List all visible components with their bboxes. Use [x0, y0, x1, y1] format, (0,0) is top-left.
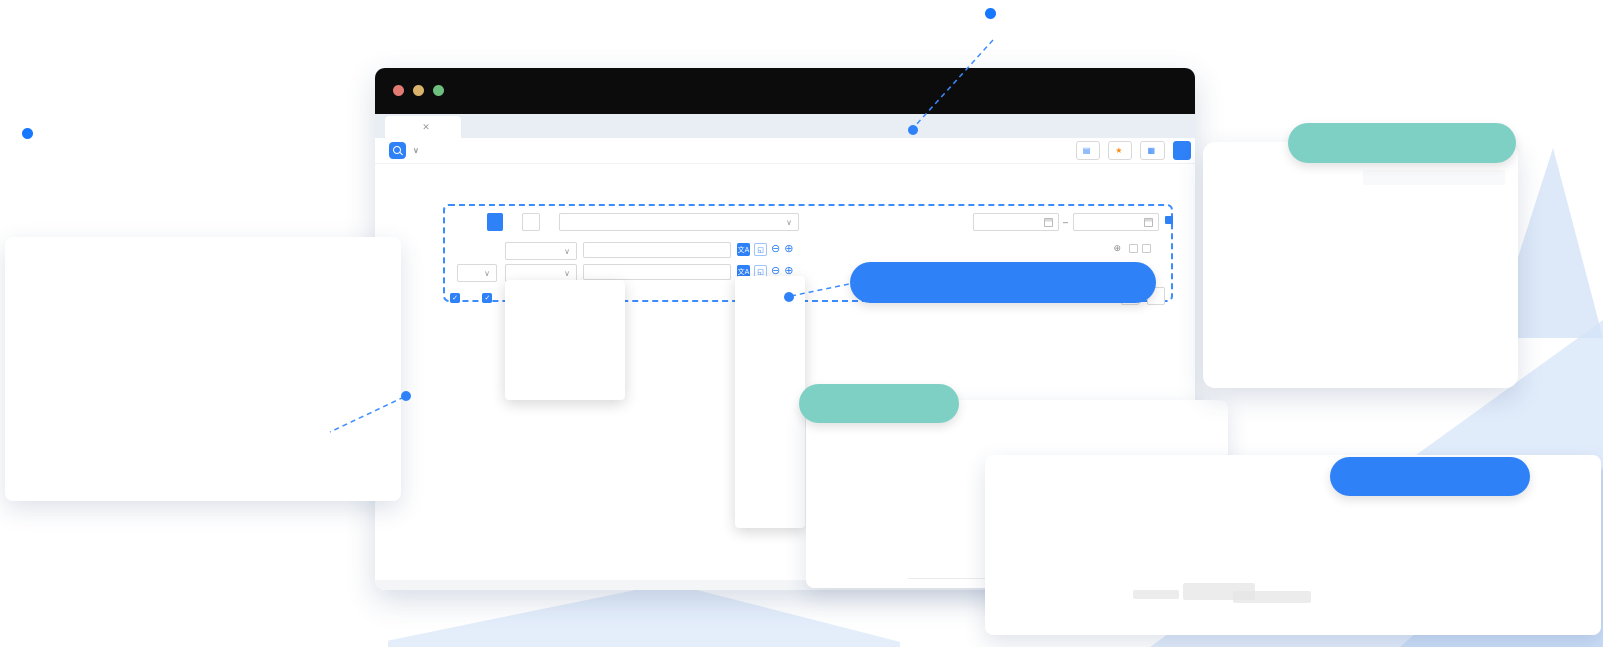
favorite-conditions-button[interactable]: ★	[1108, 141, 1132, 160]
filter-empty-importer-checkbox[interactable]: ✓	[450, 293, 464, 303]
chevron-down-icon: ∨	[564, 269, 570, 278]
browser-titlebar	[375, 68, 1195, 114]
checkbox-checked-icon: ✓	[450, 293, 460, 303]
quick-search-button[interactable]	[1173, 141, 1191, 160]
field-select-1[interactable]: ∨	[505, 242, 577, 260]
add-group-row[interactable]: ⊕	[1113, 244, 1151, 253]
badge-trend-report	[1330, 457, 1530, 496]
plus-icon: ⊕	[1113, 244, 1121, 253]
add-condition-icon[interactable]: ⊕	[784, 244, 793, 255]
redacted-block	[1133, 590, 1179, 599]
callout-conditions-text	[1010, 8, 1560, 40]
chevron-down-icon: ∨	[786, 218, 792, 227]
share-analysis-card	[1203, 142, 1518, 388]
bullet-icon	[985, 8, 996, 19]
field-dropdown	[505, 280, 625, 400]
remove-condition-icon[interactable]: ⊖	[771, 244, 780, 255]
logic-select[interactable]: ∨	[457, 264, 497, 282]
decorative-shape-bottom	[388, 583, 900, 647]
delete-group-icon[interactable]	[1142, 244, 1151, 253]
donut-center	[1274, 265, 1336, 327]
app-title[interactable]: ∨	[413, 144, 419, 156]
history-button[interactable]: ▤	[1076, 141, 1101, 160]
calendar-icon	[1044, 218, 1053, 227]
ranking-header	[1363, 170, 1505, 185]
date-to-input[interactable]	[1073, 213, 1159, 231]
condition-icons-1: 文A ◱ ⊖ ⊕	[737, 243, 793, 256]
tab-global-search[interactable]: ✕	[385, 116, 461, 138]
hide-icon: ▦	[1147, 146, 1155, 155]
date-from-input[interactable]	[973, 213, 1059, 231]
chevron-down-icon: ∨	[564, 247, 570, 256]
keyword-input-1[interactable]	[583, 242, 731, 258]
calendar-icon	[1144, 218, 1153, 227]
condition-row-1: ∨ 文A ◱ ⊖ ⊕ ⊕	[443, 242, 1175, 258]
history-icon: ▤	[1083, 146, 1091, 155]
quick-options-icon	[1165, 216, 1173, 224]
callout-conditions	[985, 8, 1570, 40]
app-header: ∨ ▤ ★ ▦	[375, 138, 1195, 164]
keyword-input-2[interactable]	[583, 264, 731, 280]
transaction-detail-card	[5, 237, 401, 501]
result-count	[448, 310, 454, 322]
toolbar-buttons: ▤ ★ ▦	[1076, 141, 1191, 160]
chevron-down-icon: ∨	[484, 269, 490, 278]
import-chip[interactable]	[487, 213, 503, 231]
datasource-select[interactable]: ∨	[559, 213, 799, 231]
page: ✕ ∨ ▤ ★ ▦ ∨	[0, 0, 1603, 647]
badge-translate	[850, 262, 1156, 303]
donut-chart	[1241, 228, 1371, 358]
hide-conditions-button[interactable]: ▦	[1140, 141, 1165, 160]
close-window-icon[interactable]	[393, 85, 404, 96]
translate-icon[interactable]: 文A	[737, 243, 750, 256]
checkbox-checked-icon: ✓	[482, 293, 492, 303]
minimize-window-icon[interactable]	[413, 85, 424, 96]
tab-close-icon[interactable]: ✕	[422, 122, 430, 133]
importer-ranking	[1363, 170, 1505, 185]
badge-product-report	[799, 384, 959, 423]
star-icon: ★	[1115, 146, 1122, 155]
export-chip[interactable]	[522, 213, 540, 231]
redacted-block	[1233, 591, 1311, 603]
badge-importer-report	[1288, 123, 1516, 163]
filter-empty-exporter-checkbox[interactable]: ✓	[482, 293, 496, 303]
date-separator: –	[1063, 217, 1068, 227]
copy-group-icon[interactable]	[1129, 244, 1138, 253]
app-logo-icon	[389, 142, 406, 159]
datasource-row: ∨ –	[443, 212, 1175, 232]
result-count-value	[448, 310, 454, 322]
quick-options-link[interactable]	[1165, 216, 1176, 224]
bullet-icon	[22, 128, 33, 139]
tab-strip: ✕	[375, 114, 1195, 138]
callout-magnifier	[22, 128, 342, 166]
chevron-down-icon: ∨	[413, 146, 419, 155]
maximize-window-icon[interactable]	[433, 85, 444, 96]
language-dropdown	[735, 276, 805, 528]
country-icon[interactable]: ◱	[754, 243, 767, 256]
